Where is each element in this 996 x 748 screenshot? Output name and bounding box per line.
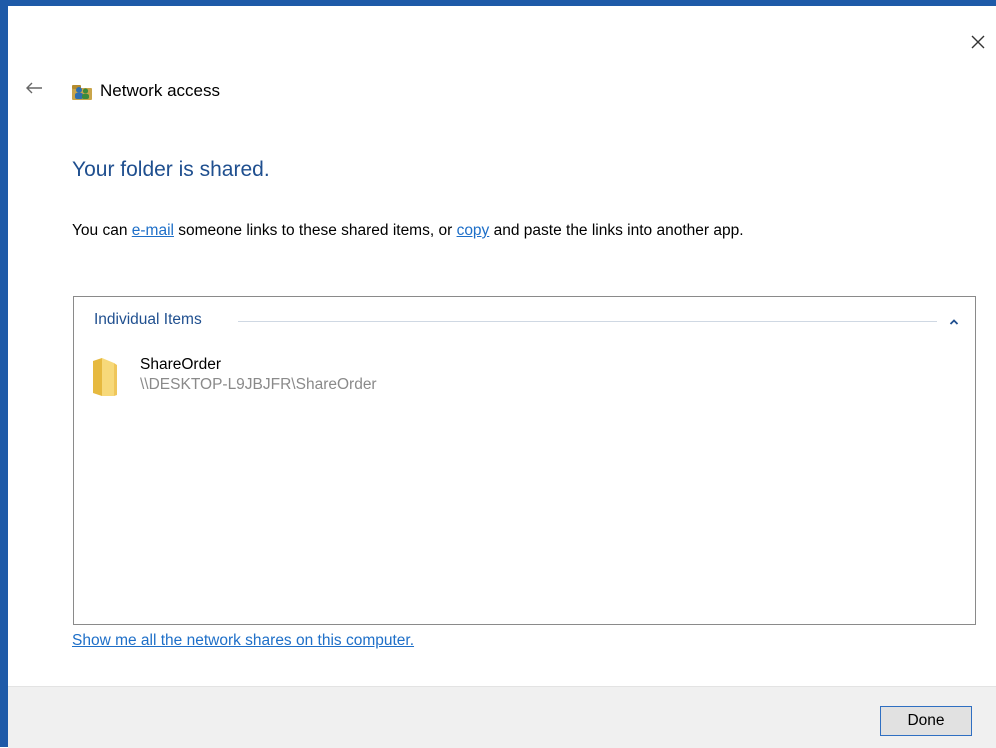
window-title-row: Network access	[72, 79, 220, 103]
back-button[interactable]	[22, 77, 46, 99]
email-link[interactable]: e-mail	[132, 222, 174, 239]
close-icon	[971, 35, 985, 49]
back-arrow-icon	[26, 82, 42, 94]
chevron-up-icon	[949, 319, 959, 325]
list-item[interactable]: ShareOrder \\DESKTOP-L9JBJFR\ShareOrder	[90, 355, 510, 403]
done-button[interactable]: Done	[880, 706, 972, 736]
group-header-individual-items: Individual Items	[94, 311, 202, 328]
shared-items-list[interactable]: Individual Items ShareOrder \\DESKTOP-L9…	[73, 296, 976, 625]
folder-icon	[93, 358, 117, 396]
description-text: You can e-mail someone links to these sh…	[72, 222, 744, 240]
show-network-shares-link[interactable]: Show me all the network shares on this c…	[72, 632, 414, 650]
window-top-border	[0, 0, 996, 6]
page-heading: Your folder is shared.	[72, 158, 270, 181]
close-button[interactable]	[966, 30, 990, 54]
group-divider	[238, 321, 937, 322]
description-part-1: You can	[72, 222, 132, 239]
window-title: Network access	[100, 81, 220, 100]
description-part-2: someone links to these shared items, or	[173, 222, 457, 239]
footer-bar	[8, 686, 996, 748]
item-path: \\DESKTOP-L9JBJFR\ShareOrder	[140, 376, 377, 393]
window-left-border	[0, 0, 8, 747]
item-name: ShareOrder	[140, 356, 221, 373]
copy-link[interactable]: copy	[457, 222, 490, 239]
collapse-group-button[interactable]	[945, 313, 963, 331]
network-users-icon	[72, 85, 92, 100]
description-part-3: and paste the links into another app.	[489, 222, 744, 239]
